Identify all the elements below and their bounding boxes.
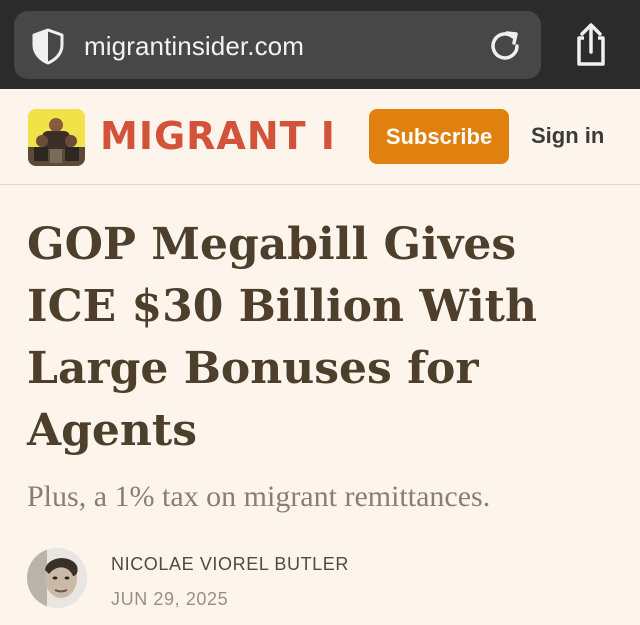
shield-icon[interactable] <box>28 26 68 66</box>
site-brand[interactable]: MIGRANT I <box>100 114 336 158</box>
publish-date: JUN 29, 2025 <box>111 589 229 609</box>
reload-icon[interactable] <box>486 27 524 65</box>
article-subtitle: Plus, a 1% tax on migrant remittances. <box>27 480 491 513</box>
site-logo[interactable] <box>28 109 85 166</box>
author-avatar[interactable] <box>27 548 87 608</box>
logo-image <box>28 109 85 166</box>
avatar-image <box>27 548 87 608</box>
browser-toolbar: migrantinsider.com <box>0 0 640 89</box>
article-title: GOP Megabill Gives ICE $30 Billion With … <box>27 219 537 456</box>
url-text[interactable]: migrantinsider.com <box>84 31 304 62</box>
subscribe-button[interactable]: Subscribe <box>369 109 509 164</box>
sign-in-link[interactable]: Sign in <box>531 123 604 149</box>
site-header: MIGRANT I Subscribe Sign in <box>0 89 640 185</box>
author-name[interactable]: NICOLAE VIOREL BUTLER <box>111 554 349 575</box>
share-icon[interactable] <box>570 22 612 68</box>
